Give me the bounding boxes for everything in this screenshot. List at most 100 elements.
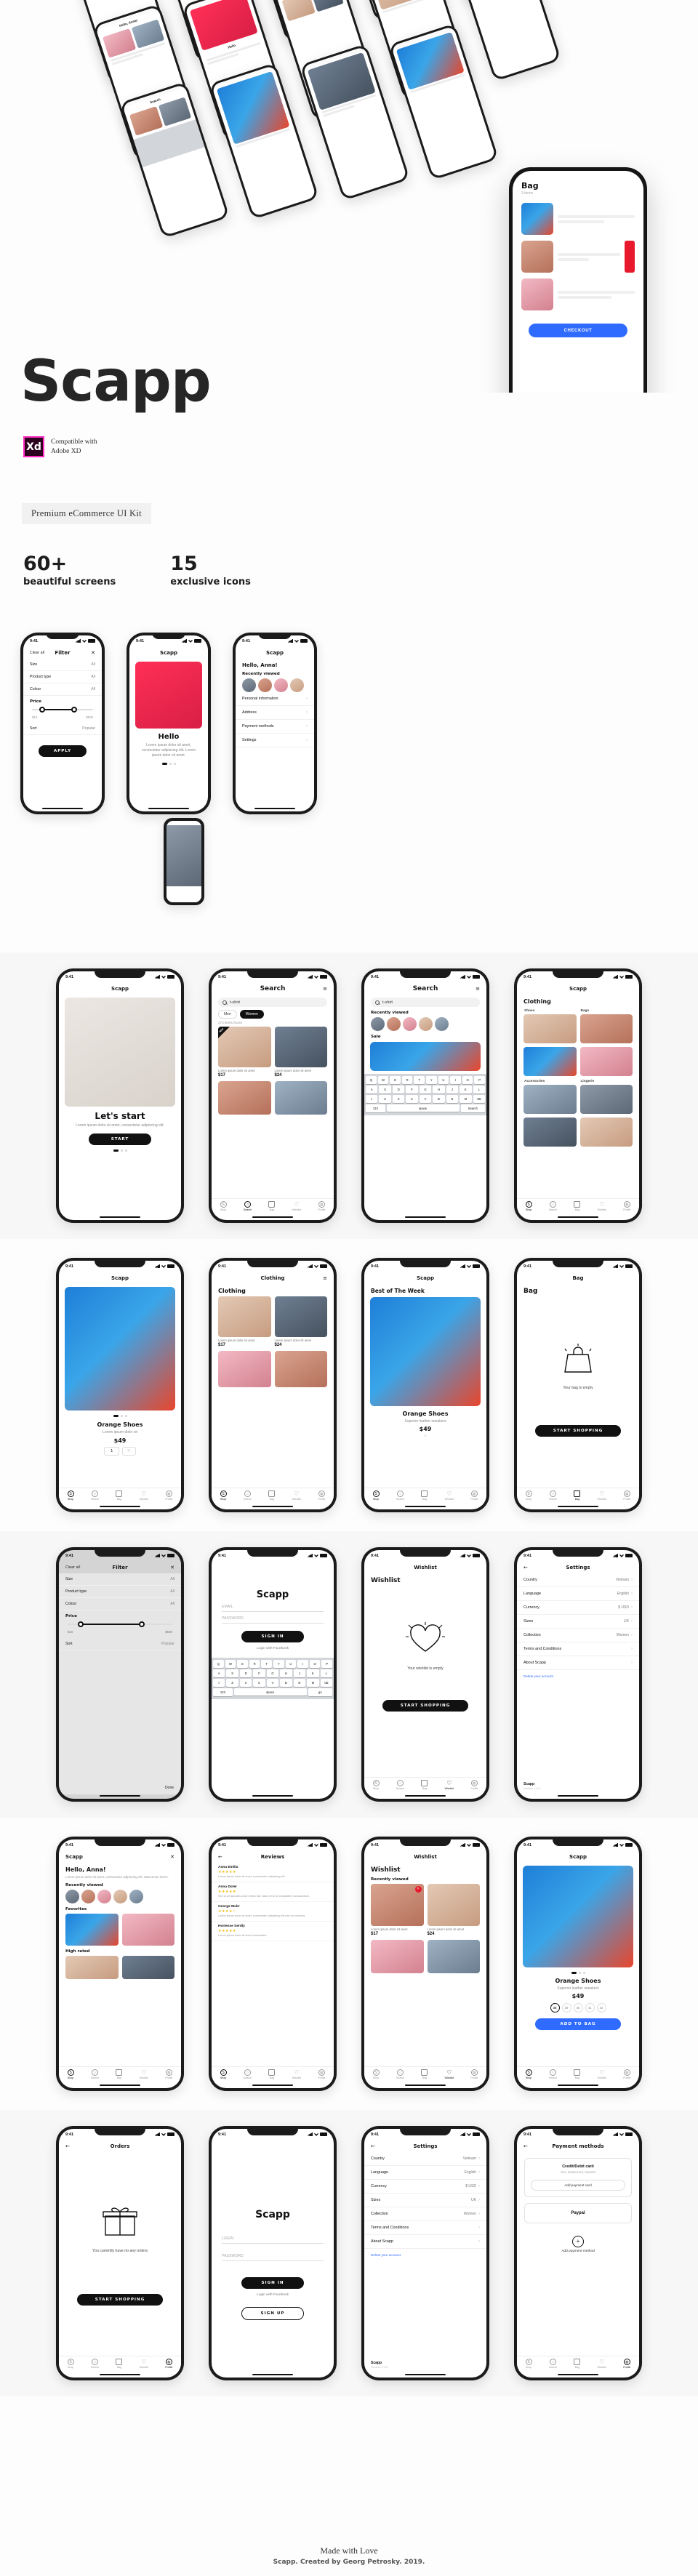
tab-search[interactable]: ○ Search <box>91 2069 99 2079</box>
tab-wishlist[interactable]: ♡ Wishlist <box>598 1490 606 1501</box>
tab-profile[interactable]: ◍ Profile <box>623 2069 630 2079</box>
signup-button[interactable]: SIGN UP <box>241 2307 304 2320</box>
product-card[interactable]: Lorem ipsum dolor sit amet $24 <box>274 1027 327 1078</box>
remove-icon[interactable]: × <box>414 1886 422 1893</box>
settings-row[interactable]: Country Vietnam › <box>517 1573 639 1587</box>
tab-bar[interactable]: S Shop ○ Search Bag ♡ Wishlist ◍ Profile <box>59 2066 181 2084</box>
space-key[interactable]: space <box>386 1104 460 1112</box>
product-card[interactable] <box>65 1956 119 1979</box>
start-shopping-button[interactable]: START SHOPPING <box>382 1700 468 1712</box>
product-card[interactable]: NEW Lorem ipsum dolor sit amet $17 <box>218 1027 271 1078</box>
tab-shop[interactable]: S Shop <box>67 2069 74 2079</box>
product-card[interactable]: Lorem ipsum dolor sit amet $24 <box>427 1884 480 1936</box>
tab-bag[interactable]: Bag <box>268 2069 276 2079</box>
category-tile[interactable] <box>579 1118 633 1147</box>
category-tile[interactable] <box>579 1014 633 1043</box>
tab-wishlist[interactable]: ♡ Wishlist <box>598 2359 606 2369</box>
facebook-login-link[interactable]: Login with Facebook <box>212 1647 334 1650</box>
product-card[interactable] <box>274 1351 327 1388</box>
tab-shop[interactable]: S Shop <box>220 1490 227 1501</box>
settings-row[interactable]: Currency $ USD › <box>364 2180 486 2194</box>
search-input[interactable]: t-shirt <box>218 998 327 1007</box>
category-tile[interactable] <box>579 1047 633 1076</box>
tab-profile[interactable]: ◍ Profile <box>165 2359 172 2369</box>
tab-bag[interactable]: Bag <box>116 1490 123 1501</box>
start-shopping-button[interactable]: START SHOPPING <box>535 1425 621 1437</box>
tab-bag[interactable]: Bag <box>268 1490 276 1501</box>
tab-shop[interactable]: S Shop <box>372 1490 380 1501</box>
tab-bar[interactable]: S Shop ○ Search Bag ♡ Wishlist ◍ Profile <box>517 2066 639 2084</box>
start-shopping-button[interactable]: START SHOPPING <box>77 2294 163 2306</box>
back-icon[interactable]: ← <box>65 2143 70 2149</box>
tab-bag[interactable]: Bag <box>574 2359 581 2369</box>
tab-shop[interactable]: S Shop <box>525 1490 532 1501</box>
back-icon[interactable]: ← <box>218 1854 222 1860</box>
settings-row[interactable]: Terms and Conditions › <box>364 2221 486 2235</box>
tab-wishlist[interactable]: ♡ Wishlist <box>292 1201 301 1211</box>
close-icon[interactable]: ✕ <box>91 650 95 656</box>
settings-row[interactable]: Country Vietnam › <box>364 2152 486 2166</box>
tab-bag[interactable]: Bag <box>574 1201 581 1211</box>
facebook-login-link[interactable]: Login with Facebook <box>212 2293 334 2297</box>
tab-profile[interactable]: ◍ Profile <box>623 2359 630 2369</box>
profile-menu-item[interactable]: Payment methods › <box>236 720 314 734</box>
back-icon[interactable]: ← <box>524 1565 528 1570</box>
back-icon[interactable]: ← <box>524 2143 528 2149</box>
paypal-option[interactable]: Paypal <box>524 2203 632 2223</box>
close-icon[interactable]: ✕ <box>170 1854 174 1860</box>
tab-wishlist[interactable]: ♡ Wishlist <box>445 1780 454 1790</box>
price-slider[interactable] <box>68 1621 172 1627</box>
keyboard-row-2[interactable]: ASDFGHJKL <box>366 1086 485 1094</box>
tab-bar[interactable]: S Shop ○ Search Bag ♡ Wishlist ◍ Profile <box>212 2066 334 2084</box>
add-to-bag-button[interactable]: ADD TO BAG <box>535 2018 621 2030</box>
filter-icon[interactable]: ≡ <box>323 1275 327 1281</box>
tab-profile[interactable]: ◍ Profile <box>470 1490 478 1501</box>
carousel-dots[interactable] <box>59 1415 181 1417</box>
login-field[interactable]: LOGIN <box>222 2236 324 2244</box>
add-card-button[interactable]: Add payment card <box>531 2180 625 2191</box>
tab-bag[interactable]: Bag <box>421 1490 428 1501</box>
done-button[interactable]: Done <box>165 1786 174 1790</box>
settings-row[interactable]: Collection Women › <box>517 1629 639 1642</box>
category-tile[interactable] <box>524 1047 577 1076</box>
tab-bag[interactable]: Bag <box>574 2069 581 2079</box>
product-card[interactable] <box>65 1914 119 1946</box>
tab-search[interactable]: ○ Search <box>549 1201 557 1211</box>
tab-search[interactable]: ○ Search <box>549 2359 557 2369</box>
keyboard-row-1[interactable]: QWERTYUIOP <box>366 1076 485 1084</box>
tab-bar[interactable]: S Shop ○ Search Bag ♡ Wishlist ◍ Profile <box>517 1488 639 1505</box>
password-field[interactable]: PASSWORD <box>222 2254 324 2261</box>
product-card[interactable]: Lorem ipsum dolor sit amet $17 <box>218 1296 271 1347</box>
product-card[interactable] <box>121 1914 174 1946</box>
tab-search[interactable]: ○ Search <box>396 1780 404 1790</box>
size-option[interactable]: 39 <box>561 2003 571 2013</box>
back-icon[interactable]: ← <box>371 2143 375 2149</box>
password-field[interactable]: PASSWORD <box>222 1616 324 1624</box>
product-card[interactable] <box>274 1081 327 1115</box>
product-card[interactable] <box>427 1940 480 1974</box>
settings-row[interactable]: About Scapp › <box>517 1656 639 1670</box>
avatar-row[interactable] <box>65 1890 174 1903</box>
sort-row[interactable]: Sort Popular <box>59 1638 181 1650</box>
tab-bar[interactable]: S Shop ○ Search Bag ♡ Wishlist ◍ Profile <box>364 1488 486 1505</box>
tab-profile[interactable]: ◍ Profile <box>318 1490 325 1501</box>
category-tile[interactable] <box>524 1085 577 1114</box>
delete-account-link[interactable]: Delete your account <box>517 1670 639 1682</box>
onscreen-keyboard[interactable]: QWERTYUIOP ASDFGHJKL ⇧ Z X C V B N M ⌫ 123 space g… <box>212 1658 334 1699</box>
price-slider[interactable] <box>32 707 93 713</box>
avatar-row[interactable] <box>242 678 308 692</box>
filter-row[interactable]: Colour All <box>59 1598 181 1610</box>
category-tile[interactable] <box>524 1118 577 1147</box>
carousel-dots[interactable] <box>59 1149 181 1152</box>
tab-bar[interactable]: S Shop ○ Search Bag ♡ Wishlist ◍ Profile <box>517 2356 639 2373</box>
profile-menu-item[interactable]: Settings › <box>236 734 314 747</box>
settings-row[interactable]: Language English › <box>364 2166 486 2180</box>
tab-search[interactable]: ○ Search <box>244 2069 252 2079</box>
profile-menu-item[interactable]: Personal information › <box>236 692 314 706</box>
carousel-dots[interactable] <box>517 1972 639 1974</box>
tab-wishlist[interactable]: ♡ Wishlist <box>445 2069 454 2079</box>
settings-row[interactable]: Terms and Conditions › <box>517 1642 639 1656</box>
chip-women[interactable]: Women <box>239 1010 264 1019</box>
tab-wishlist[interactable]: ♡ Wishlist <box>445 1490 454 1501</box>
tab-search[interactable]: ○ Search <box>91 2359 99 2369</box>
